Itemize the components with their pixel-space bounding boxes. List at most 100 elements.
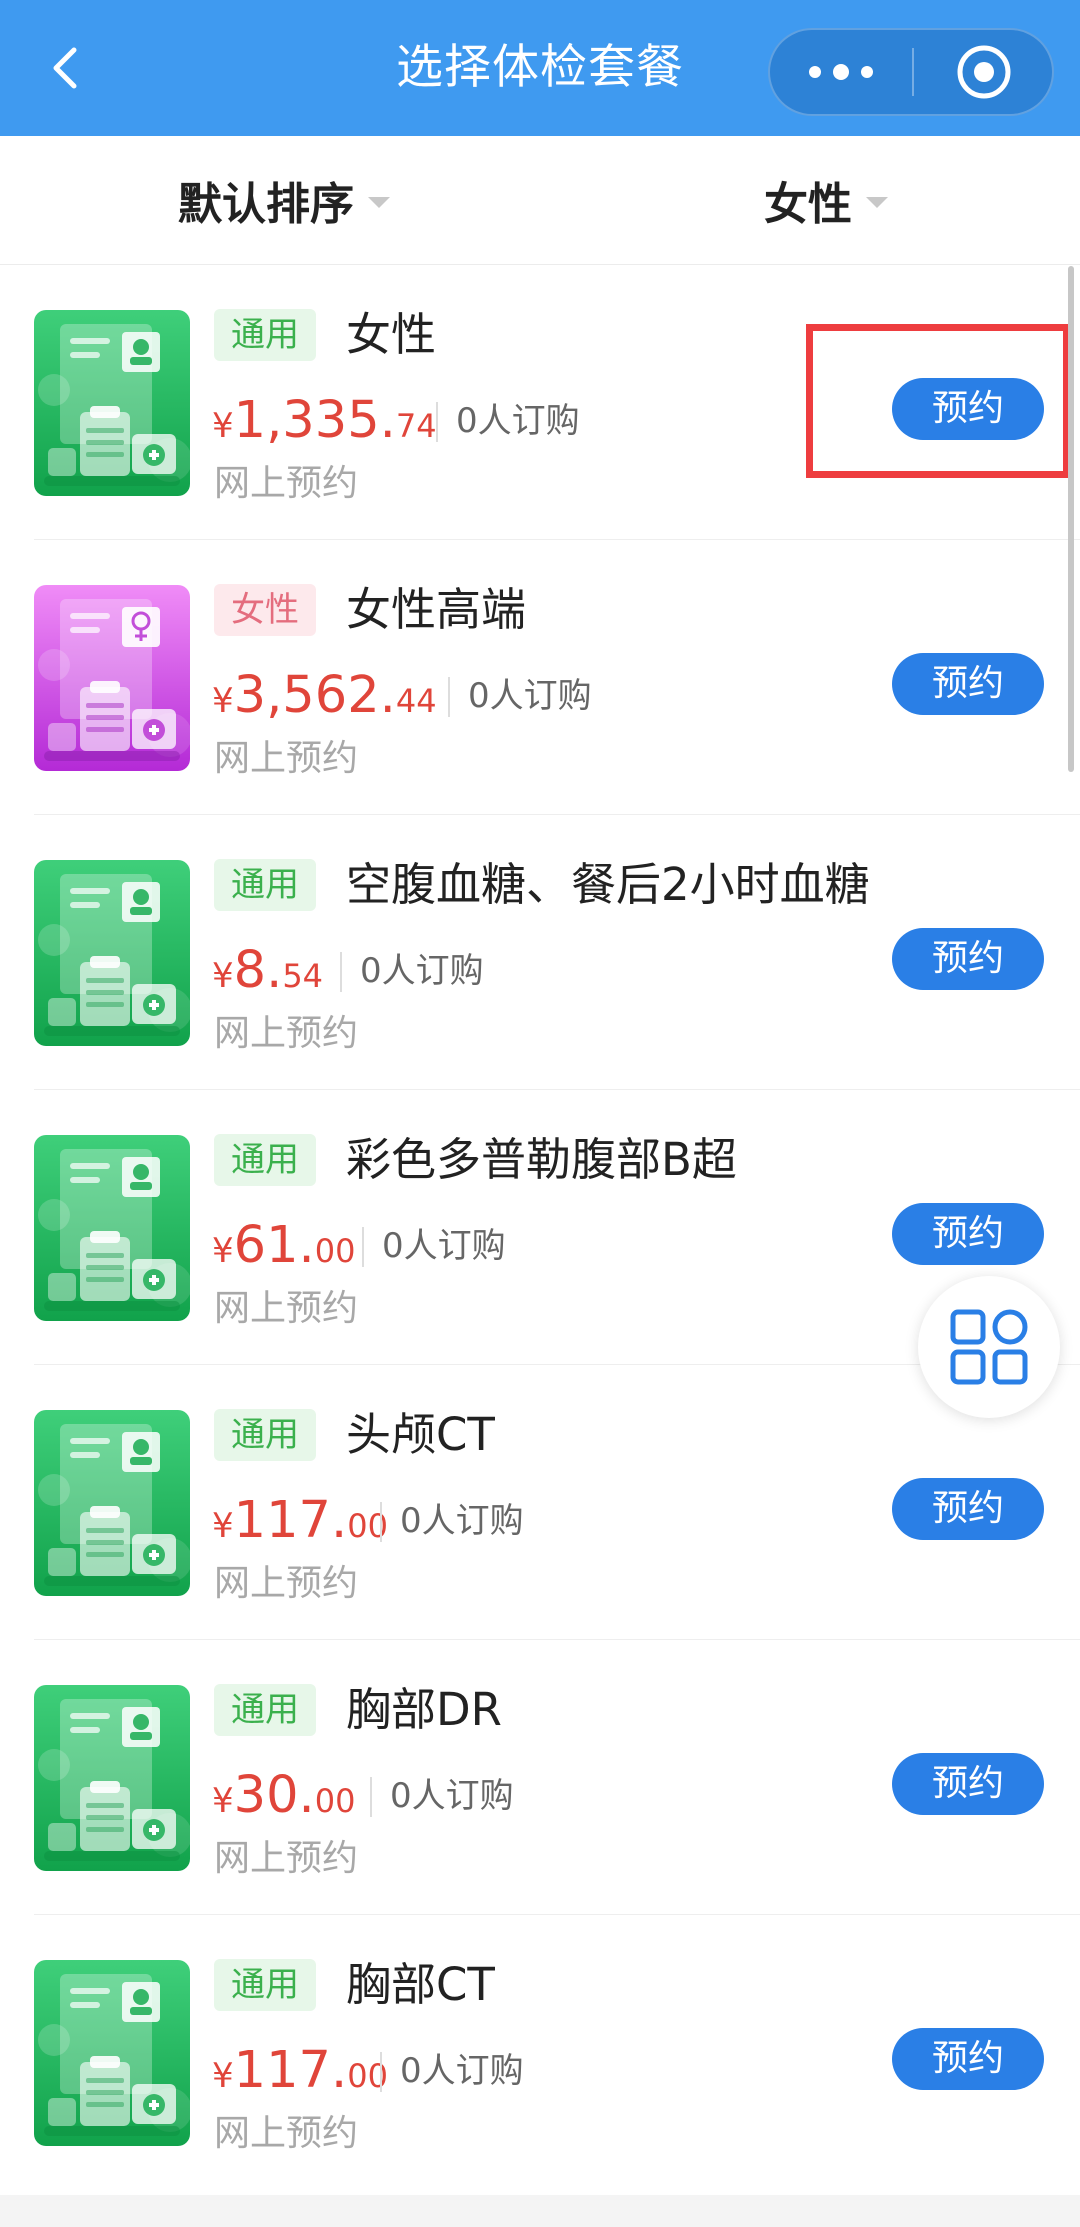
divider [340,952,342,992]
package-thumbnail [34,585,190,771]
price-integer: 8. [233,941,283,1000]
medical-checkup-icon [34,1685,190,1871]
female-checkup-icon [34,585,190,771]
booking-type: 网上预约 [214,463,359,504]
package-name: 空腹血糖、餐后2小时血糖 [346,858,870,911]
package-thumbnail [34,1685,190,1871]
price-integer: 61. [233,1216,315,1275]
package-tag: 通用 [214,1959,316,2011]
book-button[interactable]: 预约 [892,1478,1044,1540]
nav-header: 选择体检套餐 [0,0,1080,136]
grid-apps-icon [950,1309,1028,1385]
medical-checkup-icon [34,860,190,1046]
gender-filter[interactable]: 女性 [764,170,888,230]
book-button[interactable]: 预约 [892,1753,1044,1815]
medical-checkup-icon [34,1410,190,1596]
divider [370,1777,372,1817]
price-decimal: 00 [314,1232,356,1270]
package-thumbnail [34,1960,190,2146]
price-integer: 3,562. [233,666,396,725]
booking-type: 网上预约 [214,1838,359,1879]
highlight-annotation-box [806,324,1070,478]
package-name: 女性 [346,308,437,361]
package-item[interactable]: 通用 胸部CT ¥117.00 0人订购 网上预约 预约 [0,1915,1080,2190]
package-tag: 通用 [214,859,316,911]
package-thumbnail [34,860,190,1046]
package-item[interactable]: 女性 女性高端 ¥3,562.44 0人订购 网上预约 预约 [0,540,1080,815]
booking-type: 网上预约 [214,1563,359,1604]
package-price: ¥3,562.44 [212,668,437,735]
package-name: 女性高端 [346,583,527,636]
package-thumbnail [34,1135,190,1321]
package-tag: 通用 [214,1684,316,1736]
booking-type: 网上预约 [214,2113,359,2154]
price-integer: 117. [233,2041,348,2100]
medical-checkup-icon [34,1960,190,2146]
order-count: 0人订购 [360,951,484,991]
package-price: ¥61.00 [212,1218,355,1285]
order-count: 0人订购 [400,1501,524,1541]
booking-type: 网上预约 [214,1288,359,1329]
caret-down-icon [866,196,888,208]
bottom-area [0,2195,1080,2227]
price-integer: 117. [233,1491,348,1550]
floating-menu-button[interactable] [918,1276,1060,1418]
package-tag: 女性 [214,584,316,636]
order-count: 0人订购 [400,2051,524,2091]
book-button[interactable]: 预约 [892,1203,1044,1265]
medical-checkup-icon [34,1135,190,1321]
divider [362,1227,364,1267]
price-decimal: 54 [282,957,324,995]
divider [380,1502,382,1542]
package-price: ¥8.54 [212,943,323,1010]
package-price: ¥117.00 [212,1493,388,1560]
package-name: 胸部CT [346,1958,495,2011]
price-currency: ¥ [212,1231,234,1271]
medical-checkup-icon [34,310,190,496]
more-button[interactable] [770,30,912,114]
booking-type: 网上预约 [214,1013,359,1054]
price-currency: ¥ [212,406,234,446]
book-button[interactable]: 预约 [892,653,1044,715]
book-button[interactable]: 预约 [892,928,1044,990]
package-name: 胸部DR [346,1683,502,1736]
package-price: ¥1,335.74 [212,393,437,460]
package-price: ¥30.00 [212,1768,355,1835]
more-dots-icon [809,64,873,80]
target-circle-icon [957,45,1011,99]
filter-bar: 默认排序 女性 [0,136,1080,265]
price-decimal: 74 [395,407,437,445]
gender-filter-label: 女性 [764,179,852,230]
caret-down-icon [368,196,390,208]
package-name: 彩色多普勒腹部B超 [346,1133,737,1186]
order-count: 0人订购 [390,1776,514,1816]
order-count: 0人订购 [382,1226,506,1266]
package-item[interactable]: 通用 胸部DR ¥30.00 0人订购 网上预约 预约 [0,1640,1080,1915]
price-decimal: 00 [314,1782,356,1820]
scrollbar[interactable] [1068,266,1074,772]
divider [448,677,450,717]
sort-filter-label: 默认排序 [178,179,354,230]
package-item[interactable]: 通用 彩色多普勒腹部B超 ¥61.00 0人订购 网上预约 预约 [0,1090,1080,1365]
package-thumbnail [34,1410,190,1596]
book-button[interactable]: 预约 [892,2028,1044,2090]
package-tag: 通用 [214,1134,316,1186]
price-decimal: 44 [395,682,437,720]
divider [380,2052,382,2092]
package-tag: 通用 [214,309,316,361]
order-count: 0人订购 [456,401,580,441]
price-currency: ¥ [212,1506,234,1546]
close-button[interactable] [914,30,1054,114]
package-name: 头颅CT [346,1408,495,1461]
price-integer: 30. [233,1766,315,1825]
package-item[interactable]: 通用 头颅CT ¥117.00 0人订购 网上预约 预约 [0,1365,1080,1640]
price-currency: ¥ [212,1781,234,1821]
package-price: ¥117.00 [212,2043,388,2110]
package-tag: 通用 [214,1409,316,1461]
package-item[interactable]: 通用 空腹血糖、餐后2小时血糖 ¥8.54 0人订购 网上预约 预约 [0,815,1080,1090]
package-list: 通用 女性 ¥1,335.74 0人订购 网上预约 预约 女性 女性高端 ¥3,… [0,265,1080,2190]
order-count: 0人订购 [468,676,592,716]
sort-filter[interactable]: 默认排序 [178,170,390,230]
price-currency: ¥ [212,2056,234,2096]
booking-type: 网上预约 [214,738,359,779]
